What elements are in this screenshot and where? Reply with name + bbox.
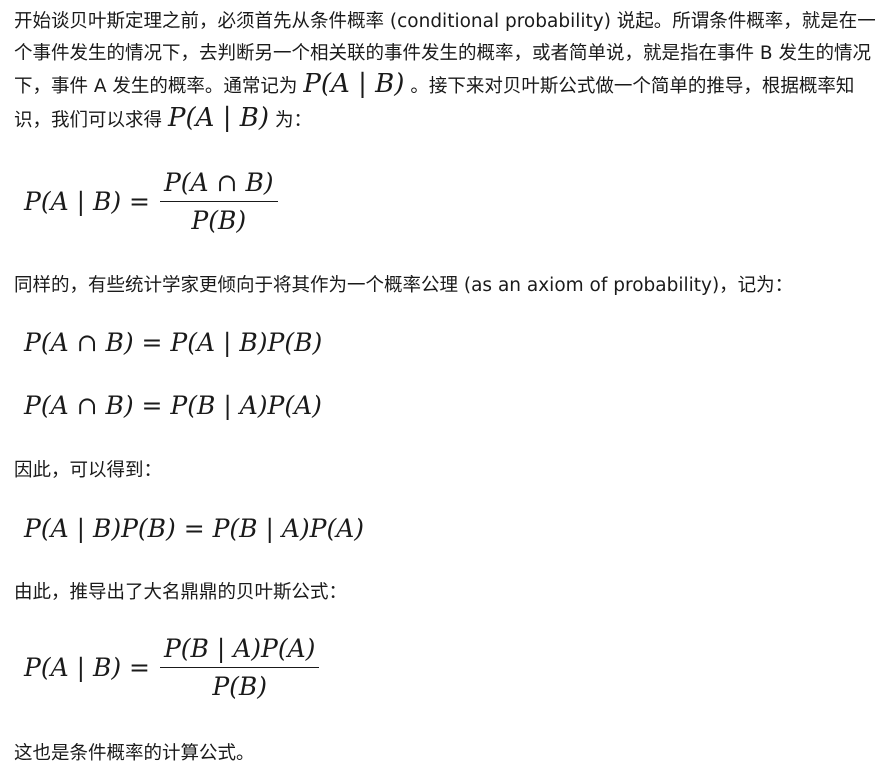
fraction-denominator: P(B) xyxy=(191,206,247,235)
axiom-paragraph: 同样的，有些统计学家更倾向于将其作为一个概率公理 (as an axiom of… xyxy=(14,275,794,296)
therefore-paragraph: 因此，可以得到： xyxy=(14,460,163,481)
equation-conditional-probability: P(A | B) = P(A ∩ B) P(B) xyxy=(24,168,278,235)
equation-equality: P(A | B)P(B) = P(B | A)P(A) xyxy=(24,514,364,543)
fraction-denominator: P(B) xyxy=(212,672,268,701)
fraction: P(B | A)P(A) P(B) xyxy=(159,634,320,701)
equation-product-rule-1: P(A ∩ B) = P(A | B)P(B) xyxy=(24,328,322,357)
math-conditional-prob-1: P(A | B) xyxy=(303,69,405,99)
fraction: P(A ∩ B) P(B) xyxy=(159,168,278,235)
equation-text: P(A ∩ B) = P(B | A)P(A) xyxy=(24,391,322,420)
equation-text: P(A ∩ B) = P(A | B)P(B) xyxy=(24,328,323,357)
derive-paragraph: 由此，推导出了大名鼎鼎的贝叶斯公式： xyxy=(14,582,348,603)
equation-lhs: P(A | B) = xyxy=(24,653,150,682)
intro-text-3: 为： xyxy=(274,109,312,131)
intro-paragraph: 开始谈贝叶斯定理之前，必须首先从条件概率 (conditional probab… xyxy=(14,6,885,136)
closing-paragraph: 这也是条件概率的计算公式。 xyxy=(14,743,255,764)
fraction-numerator: P(A ∩ B) xyxy=(159,168,278,202)
equation-product-rule-2: P(A ∩ B) = P(B | A)P(A) xyxy=(24,391,322,420)
article-content: 开始谈贝叶斯定理之前，必须首先从条件概率 (conditional probab… xyxy=(0,0,895,764)
math-conditional-prob-2: P(A | B) xyxy=(168,102,269,133)
fraction-numerator: P(B | A)P(A) xyxy=(159,634,320,668)
equation-text: P(A | B)P(B) = P(B | A)P(A) xyxy=(24,514,365,543)
equation-lhs: P(A | B) = xyxy=(24,187,150,216)
equation-bayes-formula: P(A | B) = P(B | A)P(A) P(B) xyxy=(24,634,320,701)
